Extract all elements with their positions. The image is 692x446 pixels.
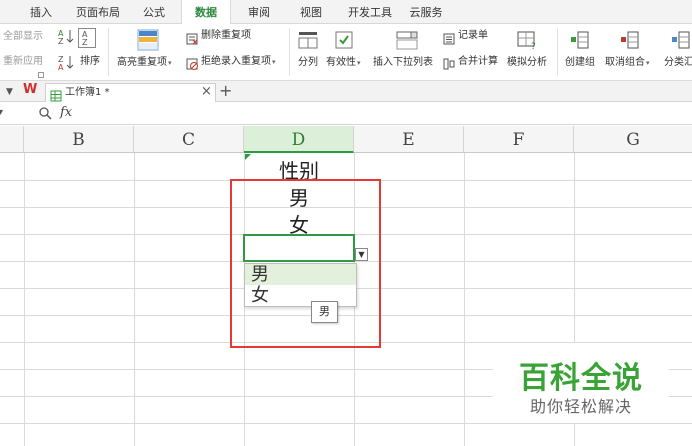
sort-descending-icon[interactable]: ZA (58, 54, 74, 74)
validation-label: 有效性 (326, 57, 356, 68)
zoom-icon[interactable] (38, 105, 52, 124)
watermark-subtitle: 助你轻松解决 (529, 397, 632, 416)
ribbon-toolbar: 全部显示 重新应用 AZ AZ ZA 排序 高亮重复项▾ 删除重复项 拒绝录入重… (0, 24, 692, 81)
validation-button[interactable]: 有效性▾ (326, 56, 361, 70)
show-all-button[interactable]: 全部显示 (3, 30, 43, 44)
workbook-title: 工作簿1 * (65, 87, 110, 98)
sort-button[interactable]: 排序 (80, 55, 100, 69)
consolidate-button[interactable]: 合并计算 (458, 55, 498, 69)
remove-duplicates-icon (186, 30, 198, 49)
add-tab-icon[interactable]: + (219, 81, 232, 100)
split-column-button[interactable]: 分列 (298, 56, 318, 70)
gridline (24, 153, 25, 446)
gridline (464, 153, 465, 446)
gridline (0, 423, 692, 424)
close-icon[interactable]: × (201, 84, 212, 99)
ribbon-separator (108, 28, 109, 76)
ungroup-icon[interactable] (620, 30, 640, 50)
custom-sort-icon[interactable]: AZ (78, 28, 96, 48)
record-form-icon (443, 30, 455, 49)
ungroup-label: 取消组合 (605, 57, 645, 68)
group-icon[interactable] (570, 30, 590, 50)
tab-data[interactable]: 数据 (181, 0, 231, 25)
dialog-launcher-icon[interactable] (38, 72, 44, 78)
wps-logo-icon[interactable]: W (23, 82, 37, 97)
split-column-icon[interactable] (298, 30, 318, 50)
subtotal-button[interactable]: 分类汇 (664, 56, 692, 70)
highlight-duplicates-icon[interactable] (137, 29, 159, 51)
tab-formulas[interactable]: 公式 (134, 0, 174, 24)
what-if-button[interactable]: 模拟分析 (507, 56, 547, 70)
chevron-down-icon[interactable]: ▼ (6, 87, 13, 97)
what-if-icon[interactable]: ? (517, 30, 539, 52)
ungroup-button[interactable]: 取消组合▾ (605, 56, 650, 70)
gridline (134, 153, 135, 446)
validation-icon[interactable] (334, 30, 354, 50)
document-tab-bar: ▼ W 工作簿1 * × + (0, 81, 692, 102)
ribbon-tab-bar: 插入 页面布局 公式 数据 审阅 视图 开发工具 云服务 (0, 0, 692, 25)
column-header-f[interactable]: F (464, 126, 574, 153)
sort-ascending-icon[interactable]: AZ (58, 28, 74, 48)
name-box-dropdown-icon[interactable]: ▾ (0, 107, 3, 118)
tab-review[interactable]: 审阅 (240, 0, 278, 24)
remove-duplicates-button[interactable]: 删除重复项 (201, 29, 251, 43)
svg-text:A: A (58, 63, 64, 70)
workbook-tab[interactable]: 工作簿1 * × (45, 83, 216, 102)
watermark-title: 百科全说 (519, 361, 643, 396)
group-button[interactable]: 创建组 (565, 56, 595, 70)
ribbon-separator (289, 28, 290, 76)
svg-text:Z: Z (82, 38, 88, 47)
tab-cloud[interactable]: 云服务 (404, 0, 448, 24)
consolidate-icon (443, 55, 455, 74)
watermark: 百科全说 助你轻松解决 (493, 343, 669, 423)
formula-input[interactable] (86, 105, 686, 123)
svg-text:Z: Z (58, 37, 64, 44)
column-header-e[interactable]: E (354, 126, 464, 153)
highlight-duplicates-button[interactable]: 高亮重复项▾ (117, 56, 172, 70)
column-header-d[interactable]: D (244, 126, 354, 153)
tab-view[interactable]: 视图 (292, 0, 330, 24)
formula-bar: ▾ fx (0, 103, 692, 125)
svg-text:?: ? (531, 42, 536, 50)
column-header-c[interactable]: C (134, 126, 244, 153)
record-form-button[interactable]: 记录单 (458, 29, 488, 43)
reject-duplicates-button[interactable]: 拒绝录入重复项▾ (201, 55, 276, 69)
reject-duplicates-icon (186, 55, 198, 74)
highlight-duplicates-label: 高亮重复项 (117, 57, 167, 68)
ribbon-separator (557, 28, 558, 76)
tab-page-layout[interactable]: 页面布局 (66, 0, 130, 24)
insert-dropdown-icon[interactable] (396, 30, 418, 50)
fx-icon[interactable]: fx (60, 105, 72, 120)
column-header-b[interactable]: B (24, 126, 134, 153)
column-header-g[interactable]: G (574, 126, 692, 153)
tab-developer[interactable]: 开发工具 (340, 0, 400, 24)
select-all-corner[interactable] (0, 126, 24, 153)
reject-duplicates-label: 拒绝录入重复项 (201, 56, 271, 67)
subtotal-icon[interactable] (671, 30, 691, 50)
tab-insert[interactable]: 插入 (22, 0, 60, 24)
insert-dropdown-button[interactable]: 插入下拉列表 (373, 56, 433, 70)
highlight-box (230, 179, 381, 348)
reapply-button[interactable]: 重新应用 (3, 55, 43, 69)
